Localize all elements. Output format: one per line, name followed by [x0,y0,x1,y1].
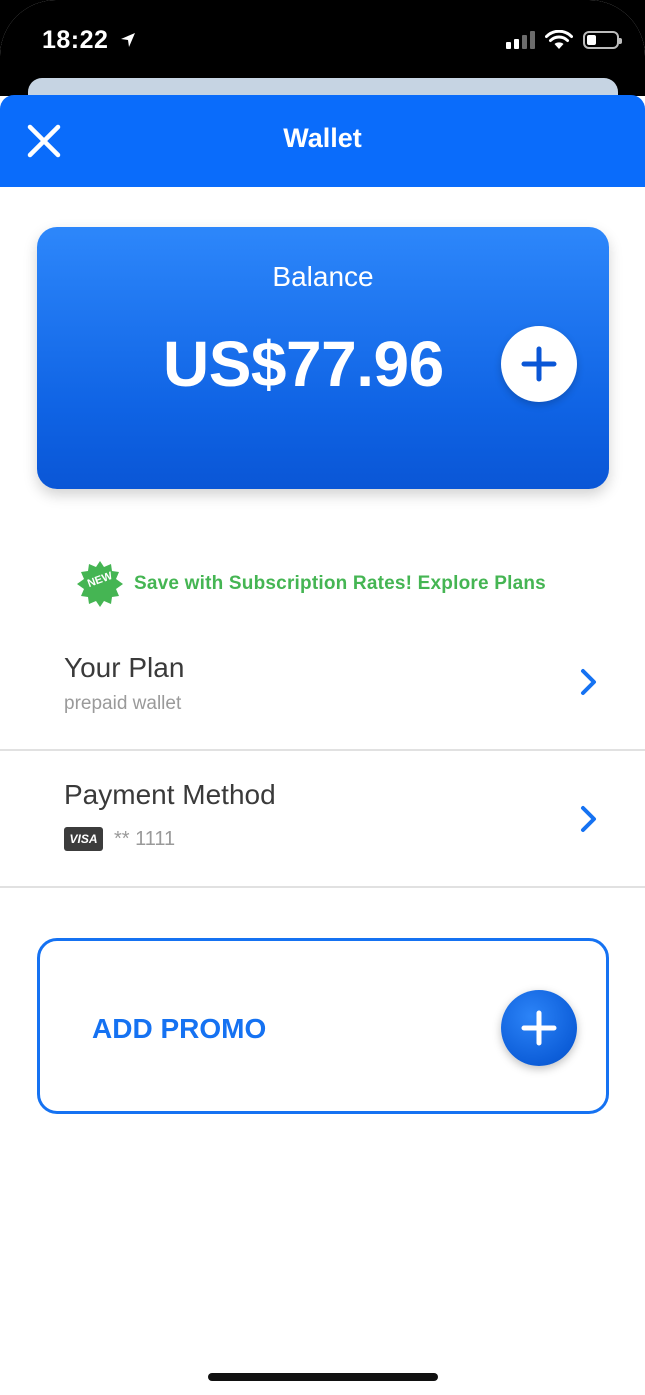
add-promo-card[interactable]: ADD PROMO [37,938,609,1114]
card-last-digits: ** 1111 [114,828,176,850]
wifi-icon [545,30,573,49]
divider [0,749,645,751]
phone-screen: 18:22 Wallet Balance US$77.96 NEW Save w… [0,0,645,1395]
divider [0,886,645,888]
status-indicators [506,30,622,50]
battery-icon [583,31,622,49]
your-plan-row[interactable]: Your Plan prepaid wallet [0,640,645,748]
subscription-promo-banner[interactable]: NEW Save with Subscription Rates! Explor… [76,560,546,608]
status-time: 18:22 [42,26,137,55]
chevron-right-icon [581,669,596,695]
add-funds-button[interactable] [501,326,577,402]
add-promo-button[interactable] [501,990,577,1066]
new-badge-icon: NEW [76,560,124,608]
home-indicator[interactable] [208,1373,438,1381]
promo-banner-text: Save with Subscription Rates! Explore Pl… [134,573,546,594]
balance-label: Balance [272,261,374,292]
chevron-right-icon [581,806,596,832]
your-plan-title: Your Plan [64,652,185,683]
balance-amount: US$77.96 [163,328,444,400]
device-notch [148,0,496,52]
cellular-signal-icon [506,31,535,49]
wallet-header: Wallet [0,95,645,187]
your-plan-subtitle: prepaid wallet [64,693,182,714]
status-time-label: 18:22 [42,26,109,54]
plus-icon [521,1010,557,1046]
plus-icon [521,346,557,382]
balance-card: Balance US$77.96 [37,227,609,489]
visa-card-icon: VISA [64,827,103,851]
payment-method-title: Payment Method [64,779,276,810]
page-title: Wallet [283,123,362,153]
payment-method-row[interactable]: Payment Method VISA ** 1111 [0,770,645,885]
add-promo-label: ADD PROMO [92,1013,267,1044]
location-arrow-icon [120,33,135,47]
